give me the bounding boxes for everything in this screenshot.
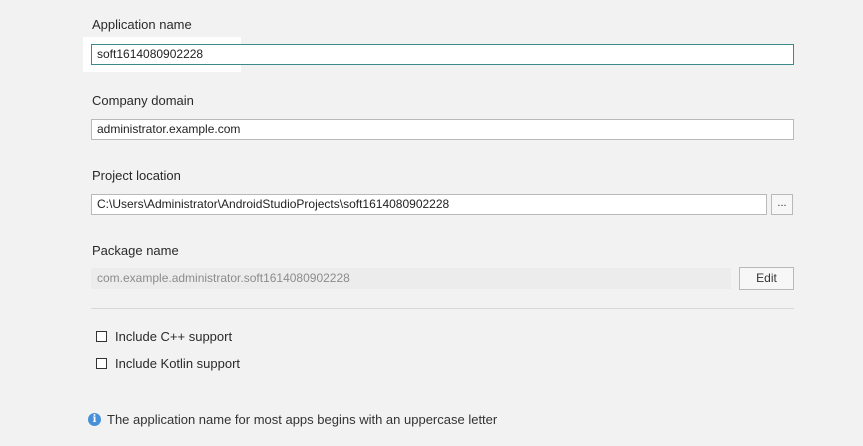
project-location-label: Project location bbox=[92, 168, 181, 183]
include-cpp-checkbox[interactable] bbox=[96, 330, 107, 342]
divider bbox=[91, 308, 794, 309]
package-name-label: Package name bbox=[92, 243, 179, 258]
include-cpp-option[interactable]: Include C++ support bbox=[96, 328, 232, 344]
project-location-input[interactable]: C:\Users\Administrator\AndroidStudioProj… bbox=[91, 194, 767, 215]
include-kotlin-checkbox[interactable] bbox=[96, 357, 107, 369]
company-domain-input[interactable]: administrator.example.com bbox=[91, 119, 794, 140]
application-name-label: Application name bbox=[92, 17, 192, 32]
include-kotlin-label: Include Kotlin support bbox=[115, 355, 241, 371]
browse-button[interactable]: ... bbox=[771, 194, 793, 215]
package-name-value: com.example.administrator.soft1614080902… bbox=[91, 268, 731, 289]
edit-package-button[interactable]: Edit bbox=[739, 267, 794, 290]
info-icon: i bbox=[88, 413, 101, 426]
include-kotlin-option[interactable]: Include Kotlin support bbox=[96, 355, 240, 371]
hint-message: i The application name for most apps beg… bbox=[88, 412, 497, 427]
include-cpp-label: Include C++ support bbox=[115, 328, 233, 344]
hint-text: The application name for most apps begin… bbox=[107, 412, 498, 427]
application-name-input[interactable]: soft1614080902228 bbox=[91, 44, 794, 65]
company-domain-label: Company domain bbox=[92, 93, 194, 108]
